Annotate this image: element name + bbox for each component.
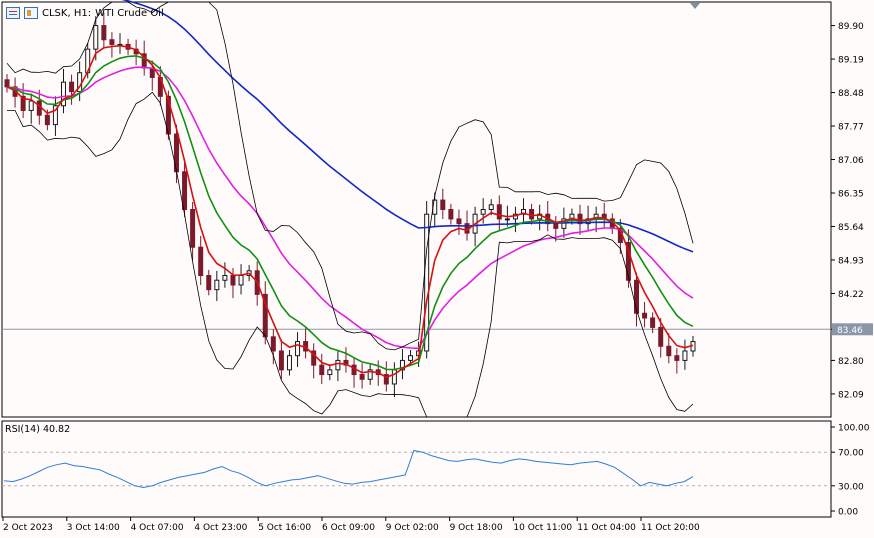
rsi-tick-label: 100.00 <box>838 424 870 434</box>
candle-body <box>238 275 244 286</box>
candle-body <box>359 374 365 380</box>
candle-body <box>642 312 648 319</box>
time-tick-label: 6 Oct 09:00 <box>322 523 375 533</box>
candle-body <box>529 209 535 220</box>
symbol-menu-icon[interactable] <box>6 7 20 19</box>
candle-body <box>206 275 212 291</box>
chart-shift-marker-icon[interactable] <box>690 3 700 9</box>
candle-body <box>44 114 50 126</box>
time-tick-label: 4 Oct 07:00 <box>131 523 184 533</box>
candle-body <box>408 355 414 361</box>
chart-window[interactable]: 89.90 89.19 88.48 87.77 87.06 86.35 85.64 84.93… <box>0 0 874 538</box>
time-tick-label: 9 Oct 02:00 <box>386 523 439 533</box>
candle-body <box>182 171 188 210</box>
candle-body <box>553 223 559 229</box>
chart-canvas[interactable]: 89.90 89.19 88.48 87.77 87.06 86.35 85.64 84.93… <box>0 0 874 538</box>
price-tick-label: 88.48 <box>838 89 864 99</box>
candle-body <box>674 355 680 361</box>
chart-settings-icon[interactable] <box>24 7 38 19</box>
candle-body <box>270 336 276 352</box>
time-tick-label: 5 Oct 16:00 <box>258 523 311 533</box>
rsi-tick-label: 70.00 <box>838 449 864 459</box>
price-tick-label: 89.90 <box>838 22 864 32</box>
candle-body <box>650 317 656 328</box>
symbol-timeframe: CLSK, H1: <box>42 7 92 19</box>
symbol-description: WTI Crude Oil <box>95 7 164 19</box>
candle-body <box>327 369 333 376</box>
rsi-tick-label: 0.00 <box>838 508 858 518</box>
candle-body <box>319 364 325 376</box>
candle-body <box>682 350 688 361</box>
price-tick-label: 82.80 <box>838 357 864 367</box>
time-tick-label: 11 Oct 20:00 <box>641 523 700 533</box>
price-tick-label: 84.22 <box>838 290 864 300</box>
time-tick-label: 10 Oct 11:00 <box>513 523 572 533</box>
time-tick-label: 4 Oct 23:00 <box>194 523 247 533</box>
candle-body <box>4 79 10 88</box>
candle-body <box>391 369 397 385</box>
candle-body <box>335 359 341 371</box>
price-tick-label: 85.64 <box>838 223 864 233</box>
candle-body <box>286 355 292 371</box>
candle-body <box>295 341 301 357</box>
price-tick-label: 86.35 <box>838 189 864 199</box>
rsi-tick-label: 30.00 <box>838 482 864 492</box>
time-tick-label: 9 Oct 18:00 <box>450 523 503 533</box>
rsi-pane <box>1 420 832 518</box>
candle-body <box>93 25 99 50</box>
rsi-indicator-label: RSI(14) 40.82 <box>5 424 71 435</box>
price-tick-label: 89.19 <box>838 56 864 66</box>
price-tick-label: 84.93 <box>838 256 864 266</box>
price-tick-label: 87.77 <box>838 123 864 133</box>
candle-body <box>456 218 462 225</box>
candle-body <box>480 209 486 215</box>
price-tick-label: 82.09 <box>838 390 864 400</box>
price-tick-label: 87.06 <box>838 156 864 166</box>
time-tick-label: 2 Oct 2023 <box>3 523 53 533</box>
candle-body <box>666 345 672 357</box>
candle-body <box>658 326 664 347</box>
candle-body <box>440 199 446 210</box>
chart-header: CLSK, H1: WTI Crude Oil <box>6 5 164 21</box>
candle-body <box>28 100 34 111</box>
candle-body <box>214 279 220 291</box>
candle-body <box>222 275 228 281</box>
candle-body <box>488 204 494 210</box>
current-price-label: 83.46 <box>837 326 863 336</box>
time-tick-label: 11 Oct 04:00 <box>577 523 636 533</box>
candle-body <box>109 39 115 45</box>
candle-body <box>198 246 204 277</box>
candle-body <box>190 209 196 248</box>
candle-body <box>496 204 502 220</box>
candle-body <box>278 350 284 371</box>
candle-body <box>230 275 236 286</box>
candle-body <box>69 81 75 93</box>
time-tick-label: 3 Oct 14:00 <box>67 523 120 533</box>
candle-body <box>101 25 107 41</box>
candle-body <box>448 209 454 220</box>
candle-body <box>504 218 510 221</box>
